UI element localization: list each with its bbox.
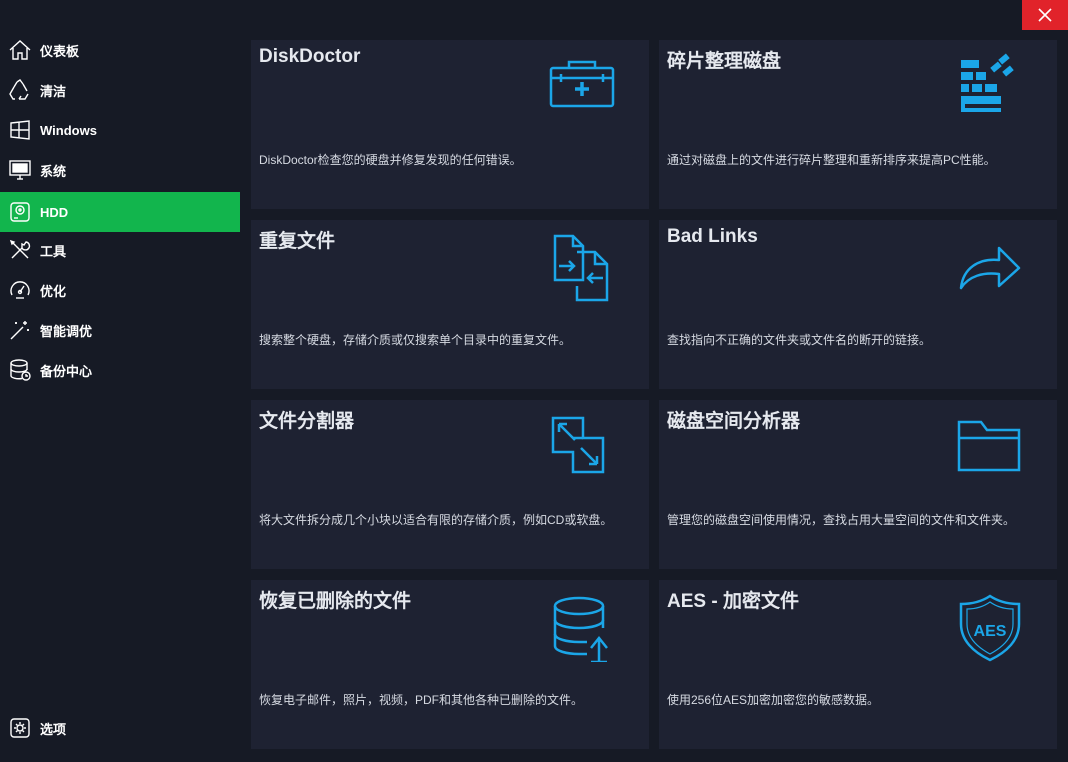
defrag-icon	[955, 52, 1025, 122]
card-description: 将大文件拆分成几个小块以适合有限的存储介质，例如CD或软盘。	[259, 513, 613, 527]
sidebar-item-label: 智能调优	[40, 323, 93, 339]
card-title: Bad Links	[667, 226, 758, 247]
card-description: 使用256位AES加密加密您的敏感数据。	[667, 693, 880, 707]
file-split-icon	[547, 412, 617, 482]
card-description: 搜索整个硬盘，存储介质或仅搜索单个目录中的重复文件。	[259, 333, 572, 347]
sidebar-item-backup-center[interactable]: 备份中心	[0, 350, 240, 390]
sidebar-item-label: 系统	[40, 163, 67, 179]
card-title: 碎片整理磁盘	[667, 51, 782, 72]
toolbox-icon	[547, 52, 617, 122]
aes-badge-text: AES	[974, 623, 1007, 640]
card-title: 恢复已删除的文件	[259, 591, 412, 612]
close-button[interactable]	[1022, 0, 1068, 30]
sidebar-item-tools[interactable]: 工具	[0, 230, 240, 270]
sidebar-item-label: 仪表板	[40, 43, 80, 59]
hdd-icon	[0, 200, 40, 224]
card-title: 重复文件	[259, 231, 336, 252]
sidebar-item-dashboard[interactable]: 仪表板	[0, 30, 240, 70]
sidebar-item-smart-tuning[interactable]: 智能调优	[0, 310, 240, 350]
sidebar-item-label: Windows	[40, 122, 97, 138]
windows-icon	[0, 118, 40, 142]
sidebar: 仪表板 清洁 Windows 系统 HDD 工具 优化 智能调优 备份中心 选项	[0, 0, 240, 762]
card-title: AES - 加密文件	[667, 591, 799, 612]
card-disk-doctor[interactable]: DiskDoctor DiskDoctor检查您的硬盘并修复发现的任何错误。	[251, 40, 649, 209]
card-defrag-disk[interactable]: 碎片整理磁盘 通过对磁盘上的文件进行碎片整理和重新排序来提高PC性能。	[659, 40, 1057, 209]
database-restore-icon	[547, 592, 617, 664]
sidebar-item-label: 优化	[40, 283, 67, 299]
speedometer-icon	[0, 278, 40, 302]
close-icon	[1038, 8, 1052, 22]
card-aes-encrypt-files[interactable]: AES - 加密文件 AES 使用256位AES加密加密您的敏感数据。	[659, 580, 1057, 749]
card-description: 管理您的磁盘空间使用情况，查找占用大量空间的文件和文件夹。	[667, 513, 1016, 527]
card-duplicate-files[interactable]: 重复文件 搜索整个硬盘，存储介质或仅搜索单个目录中的重复文件。	[251, 220, 649, 389]
sidebar-item-label: 备份中心	[40, 363, 93, 379]
monitor-icon	[0, 158, 40, 182]
share-arrow-icon	[955, 232, 1025, 302]
card-title: DiskDoctor	[259, 46, 361, 67]
card-description: 恢复电子邮件，照片，视频，PDF和其他各种已删除的文件。	[259, 693, 584, 707]
aes-shield-icon: AES	[955, 592, 1025, 662]
sidebar-item-label: 清洁	[40, 83, 67, 99]
card-description: 通过对磁盘上的文件进行碎片整理和重新排序来提高PC性能。	[667, 153, 996, 167]
sidebar-item-windows[interactable]: Windows	[0, 110, 240, 150]
sidebar-item-clean[interactable]: 清洁	[0, 70, 240, 110]
duplicate-files-icon	[547, 232, 617, 302]
sidebar-item-label: 选项	[40, 721, 67, 737]
card-file-splitter[interactable]: 文件分割器 将大文件拆分成几个小块以适合有限的存储介质，例如CD或软盘。	[251, 400, 649, 569]
sidebar-item-optimize[interactable]: 优化	[0, 270, 240, 310]
tools-icon	[0, 238, 40, 262]
home-icon	[0, 38, 40, 62]
sidebar-item-hdd[interactable]: HDD	[0, 192, 240, 232]
card-recover-deleted-files[interactable]: 恢复已删除的文件 恢复电子邮件，照片，视频，PDF和其他各种已删除的文件。	[251, 580, 649, 749]
magic-wand-icon	[0, 318, 40, 342]
sidebar-item-label: 工具	[40, 243, 67, 259]
card-bad-links[interactable]: Bad Links 查找指向不正确的文件夹或文件名的断开的链接。	[659, 220, 1057, 389]
folder-icon	[955, 412, 1025, 482]
recycle-icon	[0, 78, 40, 102]
settings-icon	[0, 716, 40, 740]
database-backup-icon	[0, 358, 40, 382]
card-title: 文件分割器	[259, 411, 355, 432]
card-description: DiskDoctor检查您的硬盘并修复发现的任何错误。	[259, 153, 522, 167]
card-disk-space-analyzer[interactable]: 磁盘空间分析器 管理您的磁盘空间使用情况，查找占用大量空间的文件和文件夹。	[659, 400, 1057, 569]
sidebar-item-options[interactable]: 选项	[0, 708, 240, 748]
card-description: 查找指向不正确的文件夹或文件名的断开的链接。	[667, 333, 932, 347]
sidebar-item-label: HDD	[40, 204, 69, 220]
sidebar-item-system[interactable]: 系统	[0, 150, 240, 190]
card-title: 磁盘空间分析器	[667, 411, 801, 432]
